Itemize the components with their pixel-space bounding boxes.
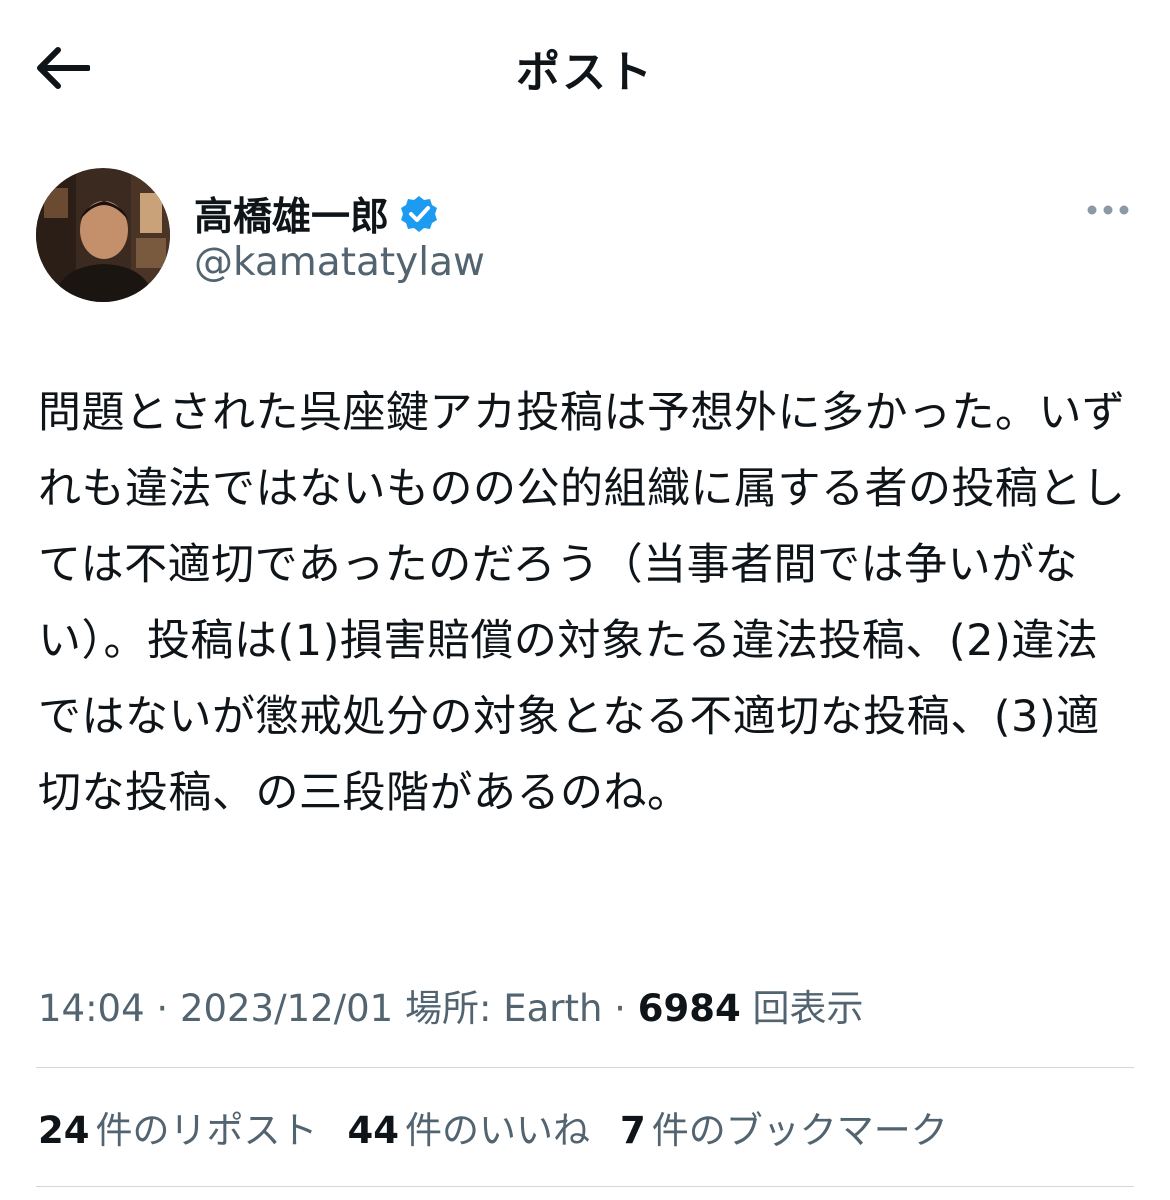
post-meta: 14:04 · 2023/12/01 場所: Earth · 6984 回表示	[38, 978, 863, 1032]
divider	[36, 1186, 1134, 1187]
likes-stat[interactable]: 44 件のいいね	[348, 1100, 591, 1154]
avatar-photo	[36, 168, 170, 302]
bookmarks-stat[interactable]: 7 件のブックマーク	[620, 1100, 948, 1154]
more-options-button[interactable]	[1080, 190, 1136, 230]
name-row[interactable]: 高橋雄一郎	[194, 186, 439, 242]
page-title: ポスト	[516, 47, 654, 98]
meta-separator: ·	[602, 987, 638, 1030]
bookmarks-label: 件のブックマーク	[651, 1109, 948, 1152]
post-author: 高橋雄一郎 @kamatatylaw	[36, 168, 1136, 308]
reposts-label: 件のリポスト	[95, 1109, 318, 1152]
post-time[interactable]: 14:04	[38, 987, 145, 1030]
post-location: 場所: Earth	[393, 987, 603, 1030]
reposts-count: 24	[38, 1109, 90, 1152]
top-bar: ポスト	[0, 0, 1170, 130]
post-text: 問題とされた呉座鍵アカ投稿は予想外に多かった。いずれも違法ではないものの公的組織…	[38, 388, 1126, 818]
engagement-stats: 24 件のリポスト 44 件のいいね 7 件のブックマーク	[38, 1100, 978, 1154]
meta-separator: ·	[144, 987, 180, 1030]
avatar[interactable]	[36, 168, 170, 302]
reposts-stat[interactable]: 24 件のリポスト	[38, 1100, 318, 1154]
views-count: 6984	[637, 987, 741, 1030]
divider	[36, 1067, 1134, 1068]
display-name: 高橋雄一郎	[194, 195, 390, 240]
views-label: 回表示	[740, 987, 864, 1030]
bookmarks-count: 7	[620, 1109, 646, 1152]
likes-label: 件のいいね	[405, 1109, 590, 1152]
more-horizontal-icon	[1087, 205, 1129, 215]
verified-badge-icon	[401, 196, 438, 232]
likes-count: 44	[347, 1109, 400, 1152]
post-date[interactable]: 2023/12/01	[180, 987, 393, 1030]
user-handle[interactable]: @kamatatylaw	[194, 240, 485, 285]
